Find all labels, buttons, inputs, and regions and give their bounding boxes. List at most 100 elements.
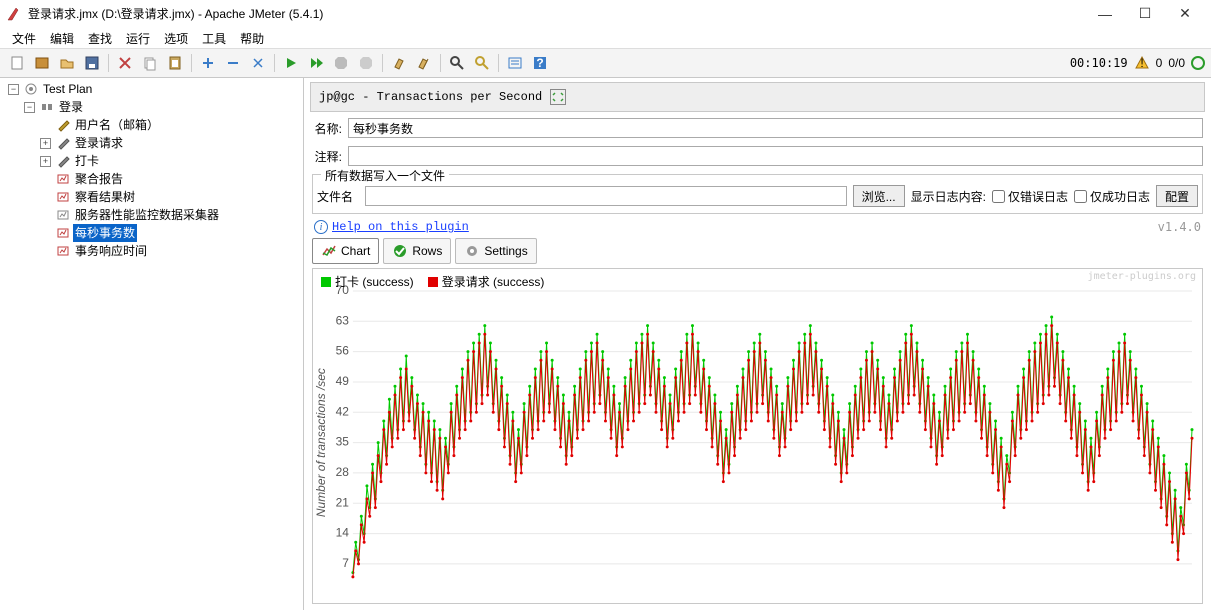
svg-text:49: 49	[336, 374, 350, 388]
testplan-icon	[24, 82, 38, 96]
expander-icon[interactable]: −	[24, 102, 35, 113]
toggle-button[interactable]	[247, 52, 269, 74]
help-link[interactable]: Help on this plugin	[332, 220, 469, 234]
open-button[interactable]	[56, 52, 78, 74]
menu-tools[interactable]: 工具	[196, 28, 232, 49]
graph-tabs: Chart Rows Settings	[312, 238, 1203, 264]
comment-input[interactable]	[348, 146, 1203, 166]
expander-icon[interactable]: +	[40, 156, 51, 167]
menu-help[interactable]: 帮助	[234, 28, 270, 49]
clear-button[interactable]	[388, 52, 410, 74]
paste-button[interactable]	[164, 52, 186, 74]
tree-item[interactable]: 用户名（邮箱）	[40, 116, 303, 134]
chart-icon	[321, 243, 337, 259]
svg-text:56: 56	[336, 344, 350, 358]
menu-file[interactable]: 文件	[6, 28, 42, 49]
shutdown-button[interactable]	[355, 52, 377, 74]
listener-icon	[56, 154, 70, 168]
start-button[interactable]	[280, 52, 302, 74]
tree-item[interactable]: 事务响应时间	[40, 242, 303, 260]
window-title: 登录请求.jmx (D:\登录请求.jmx) - Apache JMeter (…	[28, 5, 1085, 22]
filename-input[interactable]	[365, 186, 847, 206]
toolbar: ? 00:10:19 ! 0 0/0	[0, 48, 1211, 78]
menu-edit[interactable]: 编辑	[44, 28, 80, 49]
warning-icon: !	[1134, 55, 1150, 71]
search-button[interactable]	[446, 52, 468, 74]
legend-series-2: 登录请求 (success)	[442, 273, 545, 290]
content-pane: jp@gc - Transactions per Second 名称: 注释: …	[304, 78, 1211, 610]
legend-series-1: 打卡 (success)	[335, 273, 414, 290]
svg-text:63: 63	[336, 313, 350, 327]
tree-item[interactable]: +登录请求	[40, 134, 303, 152]
expander-icon[interactable]: +	[40, 138, 51, 149]
listener-icon	[56, 190, 70, 204]
threadgroup-icon	[40, 100, 54, 114]
gear-icon	[464, 243, 480, 259]
tab-rows[interactable]: Rows	[383, 238, 451, 264]
listener-icon	[56, 208, 70, 222]
chart-svg: 7142128354249566370Number of transaction…	[313, 269, 1202, 604]
name-input[interactable]	[348, 118, 1203, 138]
cut-button[interactable]	[114, 52, 136, 74]
log-show-label: 显示日志内容:	[911, 188, 986, 205]
expand-panel-icon[interactable]	[550, 89, 566, 105]
tree-thread-group[interactable]: − 登录	[24, 98, 303, 116]
panel-title: jp@gc - Transactions per Second	[319, 90, 542, 104]
rows-icon	[392, 243, 408, 259]
browse-button[interactable]: 浏览...	[853, 185, 905, 207]
menu-run[interactable]: 运行	[120, 28, 156, 49]
chart-area[interactable]: 打卡 (success) 登录请求 (success) jmeter-plugi…	[312, 268, 1203, 604]
svg-text:?: ?	[536, 56, 543, 70]
only-success-checkbox[interactable]: 仅成功日志	[1074, 188, 1150, 205]
only-error-checkbox[interactable]: 仅错误日志	[992, 188, 1068, 205]
help-button[interactable]: ?	[529, 52, 551, 74]
listener-icon	[56, 118, 70, 132]
listener-icon	[56, 244, 70, 258]
start-no-timers-button[interactable]	[305, 52, 327, 74]
tree-root[interactable]: − Test Plan	[8, 80, 303, 98]
listener-icon	[56, 136, 70, 150]
status-icon	[1191, 56, 1205, 70]
config-button[interactable]: 配置	[1156, 185, 1198, 207]
save-button[interactable]	[81, 52, 103, 74]
tree-pane[interactable]: − Test Plan − 登录 用户名（邮箱）+登录请求+打卡聚合报告察看结果…	[0, 78, 304, 610]
menu-options[interactable]: 选项	[158, 28, 194, 49]
svg-text:14: 14	[336, 526, 350, 540]
collapse-button[interactable]	[222, 52, 244, 74]
function-helper-button[interactable]	[504, 52, 526, 74]
tab-chart[interactable]: Chart	[312, 238, 379, 264]
listener-icon	[56, 172, 70, 186]
error-count: 0	[1156, 56, 1163, 70]
svg-text:Number of transactions /sec: Number of transactions /sec	[314, 368, 328, 517]
copy-button[interactable]	[139, 52, 161, 74]
panel-header: jp@gc - Transactions per Second	[310, 82, 1205, 112]
new-button[interactable]	[6, 52, 28, 74]
tab-settings[interactable]: Settings	[455, 238, 536, 264]
thread-counter: 0/0	[1168, 56, 1185, 70]
menu-search[interactable]: 查找	[82, 28, 118, 49]
stop-button[interactable]	[330, 52, 352, 74]
tree-item[interactable]: +打卡	[40, 152, 303, 170]
tree-item[interactable]: 察看结果树	[40, 188, 303, 206]
file-legend: 所有数据写入一个文件	[321, 167, 449, 184]
info-icon: i	[314, 220, 328, 234]
svg-text:21: 21	[336, 495, 350, 509]
filename-label: 文件名	[317, 188, 359, 205]
clear-all-button[interactable]	[413, 52, 435, 74]
tree-item[interactable]: 每秒事务数	[40, 224, 303, 242]
svg-text:!: !	[1140, 56, 1143, 70]
titlebar: 登录请求.jmx (D:\登录请求.jmx) - Apache JMeter (…	[0, 0, 1211, 28]
maximize-button[interactable]: ☐	[1125, 0, 1165, 28]
close-button[interactable]: ✕	[1165, 0, 1205, 28]
minimize-button[interactable]: —	[1085, 0, 1125, 28]
expander-icon[interactable]: −	[8, 84, 19, 95]
svg-text:35: 35	[336, 435, 350, 449]
templates-button[interactable]	[31, 52, 53, 74]
tree-item[interactable]: 服务器性能监控数据采集器	[40, 206, 303, 224]
chart-legend: 打卡 (success) 登录请求 (success)	[321, 273, 544, 290]
menubar: 文件 编辑 查找 运行 选项 工具 帮助	[0, 28, 1211, 48]
tree-item[interactable]: 聚合报告	[40, 170, 303, 188]
elapsed-timer: 00:10:19	[1070, 56, 1128, 70]
reset-search-button[interactable]	[471, 52, 493, 74]
expand-button[interactable]	[197, 52, 219, 74]
